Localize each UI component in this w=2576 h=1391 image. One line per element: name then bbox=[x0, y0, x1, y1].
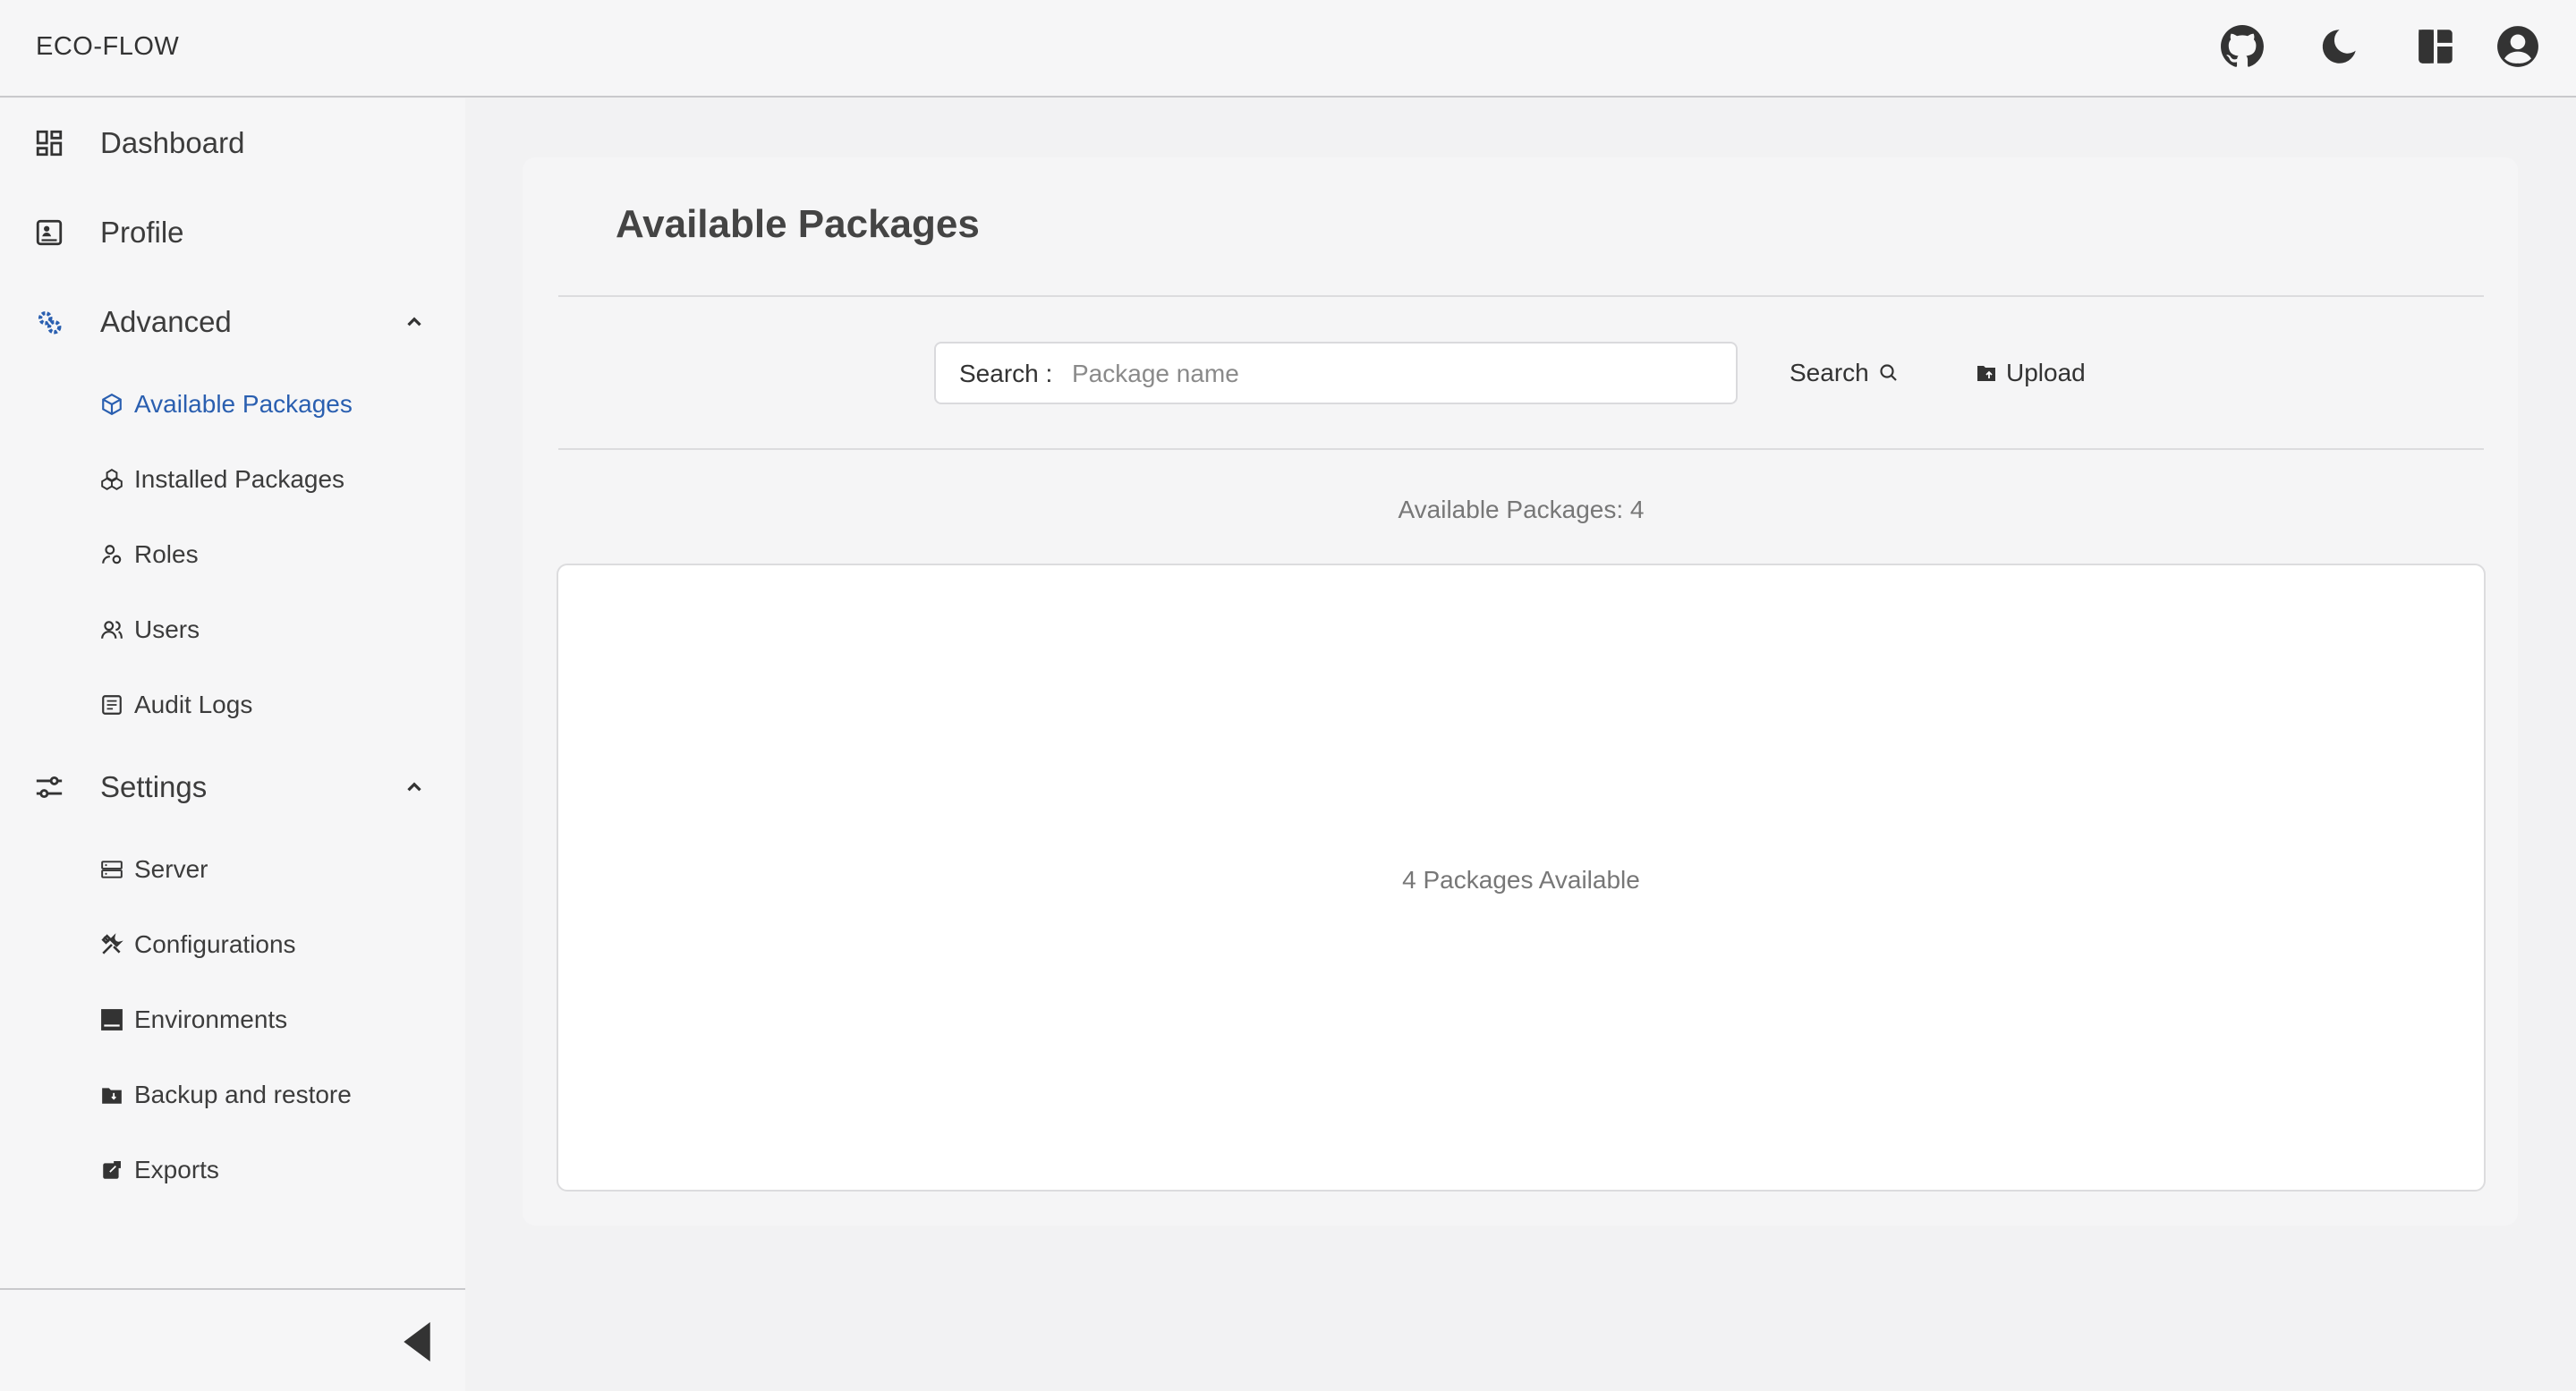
package-icon bbox=[102, 393, 122, 416]
available-count: Available Packages: 4 bbox=[1398, 496, 1645, 523]
github-icon[interactable] bbox=[2217, 21, 2267, 72]
sidebar: Dashboard Profile Advanced Available Pac… bbox=[0, 98, 465, 1391]
divider bbox=[558, 448, 2484, 450]
sidebar-item-label: Server bbox=[134, 855, 208, 883]
sidebar-item-label: Users bbox=[134, 615, 200, 643]
environments-icon bbox=[101, 1009, 123, 1031]
configurations-icon bbox=[101, 933, 123, 954]
sidebar-item-label: Advanced bbox=[100, 305, 232, 338]
users-icon bbox=[101, 621, 123, 639]
sidebar-item-installed-packages[interactable]: Installed Packages bbox=[0, 444, 465, 515]
layout-icon[interactable] bbox=[2410, 21, 2461, 72]
sidebar-item-users[interactable]: Users bbox=[0, 594, 465, 666]
settings-icon bbox=[36, 776, 63, 799]
sidebar-item-profile[interactable]: Profile bbox=[0, 188, 465, 277]
dashboard-icon bbox=[36, 130, 63, 157]
search-input[interactable] bbox=[1070, 352, 1718, 395]
chevron-up-icon bbox=[407, 317, 421, 327]
search-icon bbox=[1880, 364, 1897, 381]
audit-logs-icon bbox=[102, 695, 122, 715]
sidebar-item-exports[interactable]: Exports bbox=[0, 1134, 465, 1206]
search-button[interactable]: Search bbox=[1790, 342, 1900, 404]
profile-icon bbox=[36, 219, 63, 246]
packages-panel: 4 Packages Available bbox=[557, 564, 2486, 1192]
search-box: Search : bbox=[934, 342, 1738, 404]
sidebar-item-label: Installed Packages bbox=[134, 465, 345, 493]
app-header: ECO-FLOW bbox=[0, 0, 2576, 98]
dark-mode-icon[interactable] bbox=[2314, 21, 2364, 72]
upload-button-label: Upload bbox=[2006, 359, 2086, 386]
upload-button[interactable]: Upload bbox=[1976, 342, 2086, 404]
sidebar-item-server[interactable]: Server bbox=[0, 834, 465, 905]
sidebar-item-label: Backup and restore bbox=[134, 1081, 352, 1108]
sidebar-item-advanced[interactable]: Advanced bbox=[0, 277, 465, 367]
search-label: Search : bbox=[959, 360, 1053, 387]
sidebar-item-label: Roles bbox=[134, 540, 199, 568]
app-title: ECO-FLOW bbox=[36, 32, 180, 61]
account-icon[interactable] bbox=[2493, 21, 2543, 72]
sidebar-item-label: Profile bbox=[100, 216, 184, 249]
sidebar-item-label: Available Packages bbox=[134, 390, 353, 418]
backup-icon bbox=[102, 1088, 122, 1104]
upload-icon bbox=[1977, 366, 1995, 381]
sidebar-item-label: Exports bbox=[134, 1156, 219, 1183]
sidebar-item-label: Dashboard bbox=[100, 126, 245, 159]
sidebar-item-label: Configurations bbox=[134, 930, 296, 958]
sidebar-item-settings[interactable]: Settings bbox=[0, 742, 465, 832]
main-card: Available Packages Search : Search Uploa… bbox=[523, 157, 2518, 1226]
sidebar-item-label: Environments bbox=[134, 1005, 288, 1033]
sidebar-item-available-packages[interactable]: Available Packages bbox=[0, 369, 465, 440]
chevron-up-icon bbox=[407, 782, 421, 792]
sidebar-divider bbox=[0, 1288, 465, 1290]
exports-icon bbox=[103, 1161, 121, 1179]
sidebar-item-roles[interactable]: Roles bbox=[0, 519, 465, 590]
page-title: Available Packages bbox=[616, 202, 980, 246]
collapse-sidebar-icon[interactable] bbox=[401, 1319, 433, 1364]
search-button-label: Search bbox=[1790, 359, 1869, 386]
sidebar-item-environments[interactable]: Environments bbox=[0, 984, 465, 1056]
packages-available-text: 4 Packages Available bbox=[1402, 866, 1640, 894]
server-icon bbox=[101, 861, 123, 878]
roles-icon bbox=[102, 545, 122, 564]
sidebar-item-label: Settings bbox=[100, 770, 208, 803]
installed-packages-icon bbox=[101, 469, 123, 490]
sidebar-item-audit-logs[interactable]: Audit Logs bbox=[0, 669, 465, 741]
divider bbox=[558, 295, 2484, 297]
sidebar-item-label: Audit Logs bbox=[134, 691, 253, 718]
advanced-icon bbox=[38, 310, 62, 335]
sidebar-item-configurations[interactable]: Configurations bbox=[0, 909, 465, 980]
sidebar-item-backup-and-restore[interactable]: Backup and restore bbox=[0, 1059, 465, 1131]
sidebar-item-dashboard[interactable]: Dashboard bbox=[0, 98, 465, 188]
